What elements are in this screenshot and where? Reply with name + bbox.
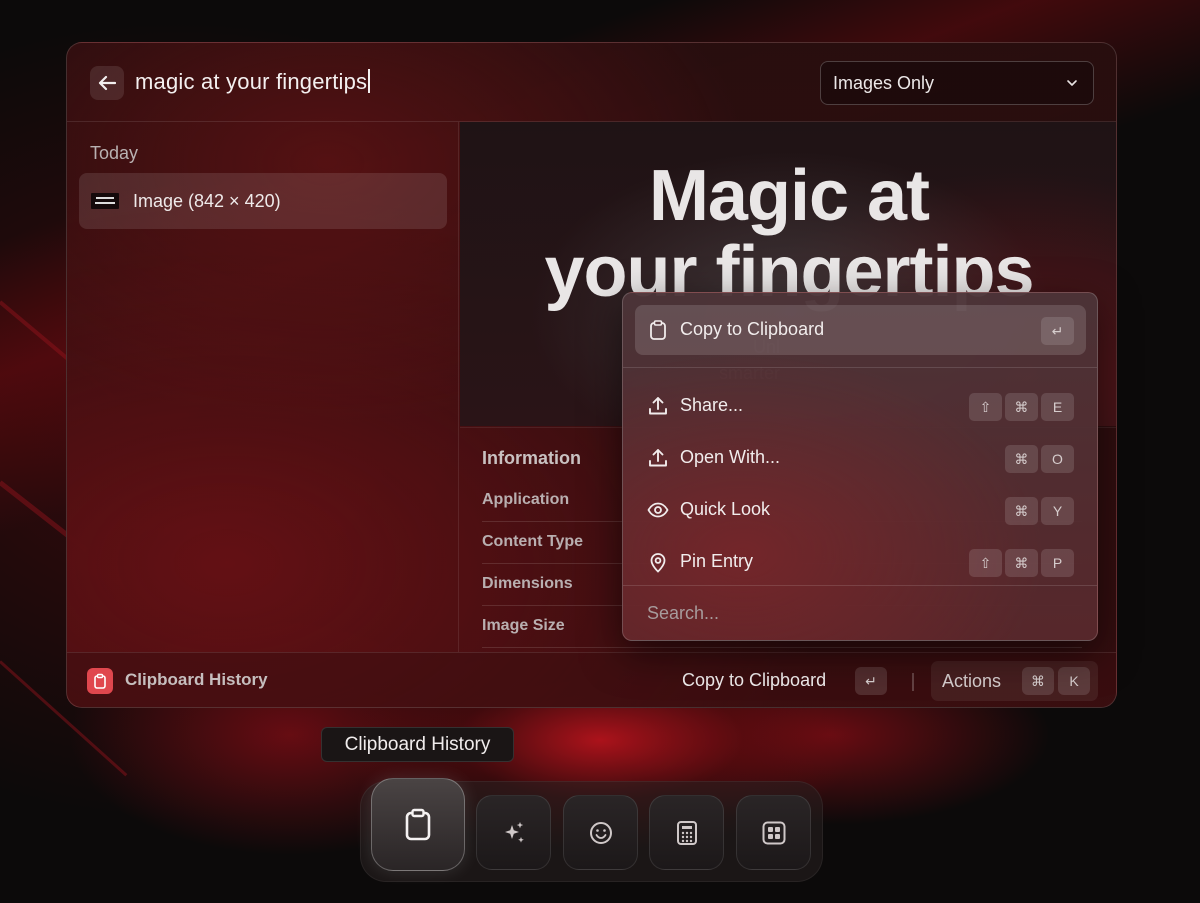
back-button[interactable] [90,66,124,100]
menu-item-label: Quick Look [680,499,771,519]
arrow-left-icon [98,75,116,91]
menu-divider [623,367,1097,368]
grid-icon [762,821,785,844]
actions-label: Actions [942,671,1002,691]
search-input[interactable]: magic at your fingertips [135,69,371,95]
filter-dropdown[interactable]: Images Only [820,61,1094,105]
command-key-hint: ⌘ [1005,393,1038,421]
search-query: magic at your fingertips [135,69,368,94]
dock-item-ai[interactable] [476,795,551,870]
preview-title-line: Magic at [648,156,930,236]
clipboard-app-icon [87,668,113,694]
history-list: Today Image (842 × 420) [67,122,459,652]
text-caret [368,69,371,93]
menu-item-quick-look[interactable]: Quick Look ⌘ Y [635,485,1086,535]
open-with-icon [649,449,667,467]
share-icon [649,397,667,415]
filter-selected-value: Images Only [833,72,935,93]
actions-button[interactable]: Actions ⌘ K [931,661,1098,701]
command-key-hint: ⌘ [1022,667,1054,695]
o-key-hint: O [1041,445,1074,473]
pin-icon [650,553,666,573]
k-key-hint: K [1058,667,1090,695]
p-key-hint: P [1041,549,1074,577]
action-menu: Copy to Clipboard ↵ Share... ⇧ ⌘ E Open … [622,292,1098,641]
menu-item-label: Open With... [680,447,781,467]
dock-item-clipboard-history[interactable] [371,778,465,871]
bottom-action-bar: Clipboard History Copy to Clipboard ↵ Ac… [67,652,1116,707]
return-key-hint: ↵ [855,667,887,695]
section-label-today: Today [90,143,139,163]
shift-key-hint: ⇧ [969,549,1002,577]
menu-item-label: Pin Entry [680,551,754,571]
shift-key-hint: ⇧ [969,393,1002,421]
list-item[interactable]: Image (842 × 420) [79,173,447,229]
menu-item-share[interactable]: Share... ⇧ ⌘ E [635,381,1086,431]
y-key-hint: Y [1041,497,1074,525]
dock-tooltip: Clipboard History [321,727,514,762]
menu-item-label: Copy to Clipboard [680,319,825,339]
image-thumbnail-icon [91,193,119,209]
command-key-hint: ⌘ [1005,497,1038,525]
clipboard-icon [405,808,431,840]
calculator-icon [676,820,697,845]
dock-item-emoji[interactable] [563,795,638,870]
e-key-hint: E [1041,393,1074,421]
app-name: Clipboard History [125,670,268,689]
search-bar: magic at your fingertips Images Only [67,43,1116,122]
dock-item-extensions[interactable] [736,795,811,870]
return-key-hint: ↵ [1041,317,1074,345]
information-heading: Information [482,448,581,468]
command-key-hint: ⌘ [1005,445,1038,473]
list-item-label: Image (842 × 420) [133,190,281,211]
clipboard-icon [650,320,666,340]
preview-title: Magic at your fingertips [460,156,1116,310]
smiley-icon [589,821,612,844]
dock-item-calculator[interactable] [649,795,724,870]
menu-item-copy-to-clipboard[interactable]: Copy to Clipboard ↵ [635,305,1086,355]
chevron-down-icon [1067,80,1077,86]
dock [360,778,823,882]
sparkles-icon [504,821,524,843]
divider [912,673,914,691]
menu-search-input[interactable]: Search... [647,603,719,624]
menu-item-pin-entry[interactable]: Pin Entry ⇧ ⌘ P [635,537,1086,587]
command-key-hint: ⌘ [1005,549,1038,577]
primary-action-button[interactable]: Copy to Clipboard [682,670,826,691]
menu-divider [623,585,1097,586]
menu-item-open-with[interactable]: Open With... ⌘ O [635,433,1086,483]
clipboard-icon [94,673,106,689]
menu-item-label: Share... [680,395,744,415]
eye-icon [647,502,669,518]
